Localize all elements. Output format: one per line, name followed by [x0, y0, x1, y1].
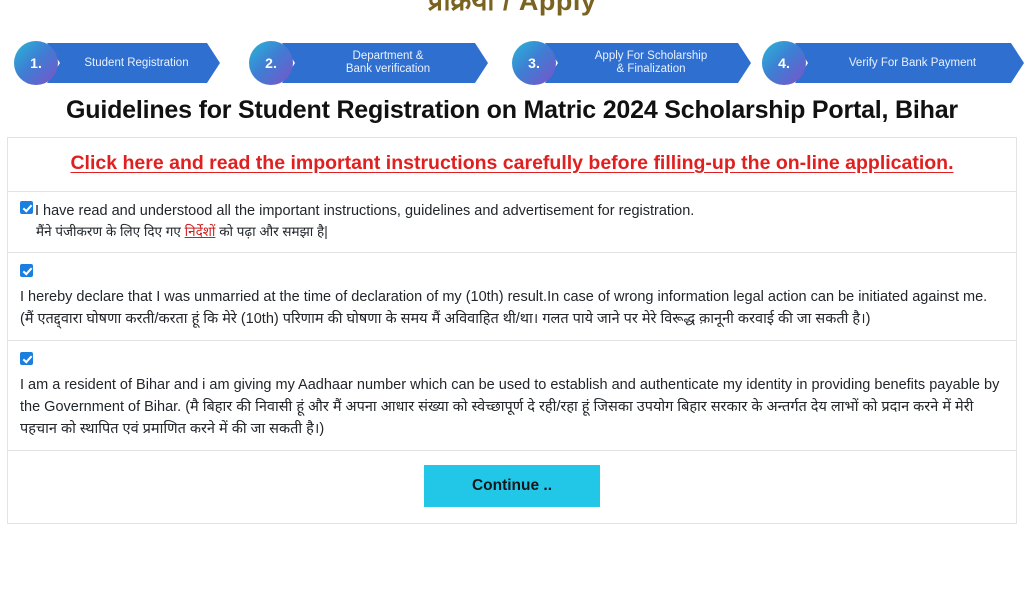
declaration-1-checkbox[interactable] [20, 201, 33, 214]
declaration-row-2: I hereby declare that I was unmarried at… [8, 253, 1016, 341]
declaration-row-1: I have read and understood all the impor… [8, 192, 1016, 253]
declaration-1-hindi-link[interactable]: निर्देशों [185, 224, 216, 239]
continue-row: Continue .. [8, 451, 1016, 524]
declaration-row-3: I am a resident of Bihar and i am giving… [8, 341, 1016, 451]
process-stepper: 1. Student Registration 2. Department & … [0, 16, 1024, 90]
step-2[interactable]: 2. Department & Bank verification [249, 41, 488, 85]
guidelines-panel: Click here and read the important instru… [7, 137, 1017, 524]
declaration-1-english: I have read and understood all the impor… [35, 203, 695, 219]
step-4-number: 4. [762, 41, 806, 85]
continue-button[interactable]: Continue .. [424, 465, 600, 507]
declaration-3-checkbox[interactable] [20, 352, 33, 365]
declaration-1-hindi-before: मैंने पंजीकरण के लिए दिए गए [36, 224, 185, 239]
step-3[interactable]: 3. Apply For Scholarship & Finalization [512, 41, 751, 85]
declaration-2-text: I hereby declare that I was unmarried at… [20, 289, 988, 327]
cut-off-banner: प्रक्रिया / Apply [0, 0, 1024, 16]
step-1[interactable]: 1. Student Registration [14, 41, 220, 85]
step-1-number: 1. [14, 41, 58, 85]
declaration-3-text: I am a resident of Bihar and i am giving… [20, 377, 1000, 437]
step-4[interactable]: 4. Verify For Bank Payment [762, 41, 1024, 85]
step-2-number: 2. [249, 41, 293, 85]
declaration-2-checkbox[interactable] [20, 264, 33, 277]
step-4-label: Verify For Bank Payment [795, 43, 1024, 83]
cut-off-banner-title: प्रक्रिया / Apply [427, 0, 597, 16]
step-1-label: Student Registration [47, 43, 220, 83]
step-3-number: 3. [512, 41, 556, 85]
declaration-1-hindi: मैंने पंजीकरण के लिए दिए गए निर्देशों को… [20, 222, 1004, 242]
step-3-label: Apply For Scholarship & Finalization [545, 43, 751, 83]
declaration-1-hindi-after: को पढ़ा और समझा है| [215, 224, 328, 239]
page-title: Guidelines for Student Registration on M… [66, 96, 958, 124]
important-instructions-link[interactable]: Click here and read the important instru… [70, 152, 953, 174]
step-2-label: Department & Bank verification [282, 43, 488, 83]
instructions-row: Click here and read the important instru… [8, 138, 1016, 192]
